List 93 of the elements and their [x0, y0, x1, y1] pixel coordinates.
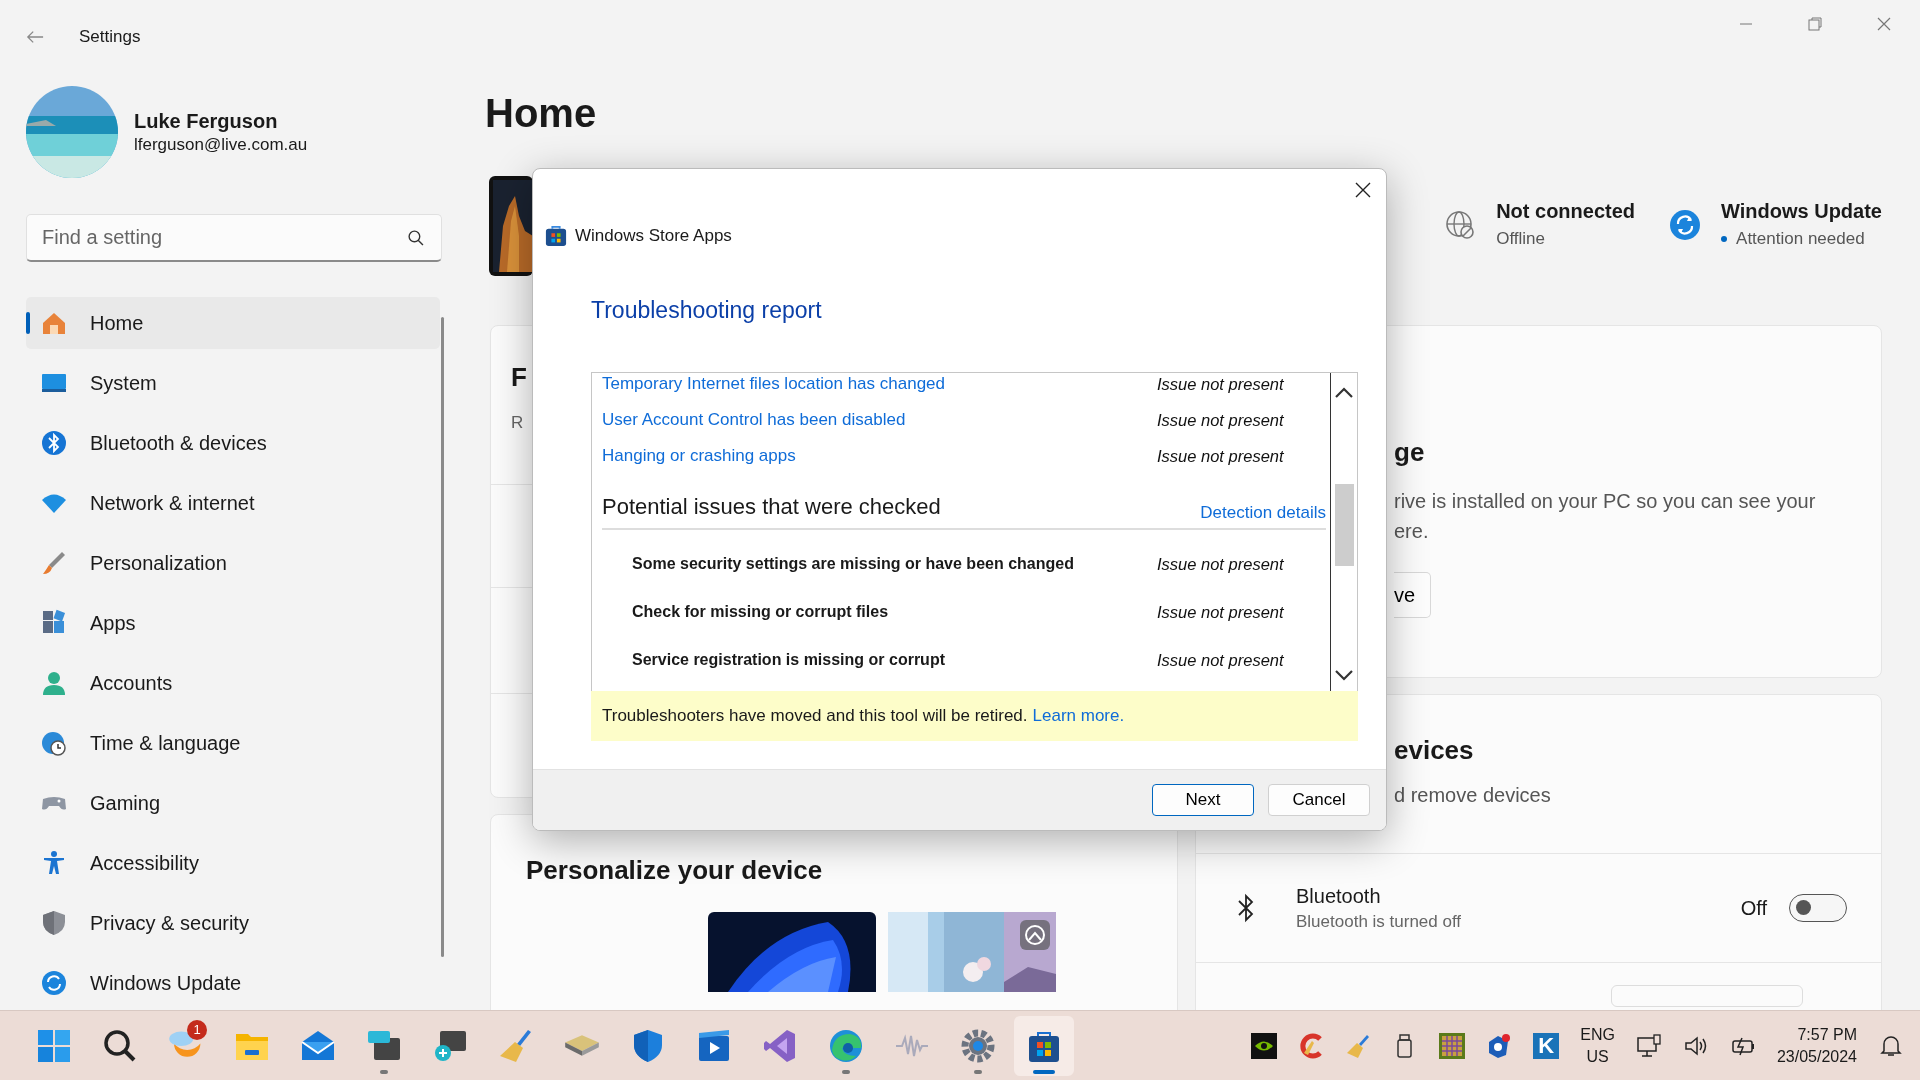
nav-item[interactable]: Home — [26, 297, 440, 349]
card-heading: Personalize your device — [526, 855, 824, 886]
person-icon — [40, 669, 68, 697]
taskbar-app[interactable]: 1 — [156, 1015, 216, 1076]
nav-item[interactable]: Personalization — [26, 537, 440, 589]
issue-status: Issue not present — [1157, 554, 1284, 574]
video-play-icon — [696, 1027, 732, 1064]
user-name: Luke Ferguson — [134, 109, 279, 133]
check-name: Service registration is missing or corrupt — [632, 651, 946, 669]
nav-item[interactable]: Apps — [26, 597, 440, 649]
issue-status: Issue not present — [1157, 650, 1284, 670]
grid-icon[interactable] — [1439, 1032, 1466, 1059]
bluetooth-toggle[interactable] — [1789, 894, 1847, 922]
nav-item[interactable]: Accessibility — [26, 837, 440, 889]
nav-item[interactable]: System — [26, 357, 440, 409]
nav-item[interactable]: Accounts — [26, 657, 440, 709]
user-email: lferguson@live.com.au — [134, 134, 308, 155]
nav-item[interactable]: Time & language — [26, 717, 440, 769]
issue-status: Issue not present — [1157, 602, 1284, 622]
search-icon — [407, 229, 424, 246]
notification-badge: 1 — [187, 1019, 207, 1040]
setting-name: Bluetooth — [1296, 884, 1382, 908]
issue-status: Issue not present — [1157, 410, 1284, 430]
chevron-up-icon[interactable] — [1334, 387, 1354, 399]
notice-text: Troubleshooters have moved and this tool will be retired. — [602, 706, 1028, 726]
card-text: rive is installed on your PC so you can see your — [1394, 489, 1816, 514]
card-button[interactable]: ve — [1394, 572, 1431, 618]
toggle-state: Off — [1740, 896, 1767, 920]
issue-status: Issue not present — [1157, 374, 1284, 394]
issue-link[interactable]: Temporary Internet files location has changed — [602, 374, 1157, 394]
search-icon — [102, 1027, 138, 1064]
issue-link[interactable]: Hanging or crashing apps — [602, 446, 1157, 466]
scroll-thumb[interactable] — [1335, 484, 1354, 566]
issue-link[interactable]: User Account Control has been disabled — [602, 410, 1157, 430]
eye-logo-icon[interactable] — [1251, 1032, 1278, 1059]
brush-icon — [40, 549, 68, 577]
card-text: d remove devices — [1394, 784, 1551, 806]
status-subtitle: Offline — [1496, 229, 1545, 249]
status-title: Windows Update — [1721, 200, 1882, 223]
back-arrow-icon[interactable] — [26, 29, 44, 45]
card-text: ere. — [1394, 519, 1429, 544]
section-title: Potential issues that were checked — [602, 494, 941, 520]
gear-shield-icon[interactable] — [1486, 1032, 1513, 1059]
status-title: Not connected — [1496, 200, 1636, 223]
restore-icon[interactable] — [1807, 16, 1823, 32]
report-heading: Troubleshooting report — [591, 297, 822, 324]
check-name: Check for missing or corrupt files — [632, 603, 890, 621]
nav-item[interactable]: Privacy & security — [26, 897, 440, 949]
c-broom-icon[interactable] — [1298, 1032, 1325, 1059]
globe-clock-icon — [40, 729, 68, 757]
card-heading: ge — [1394, 437, 1425, 468]
dialog-button[interactable]: Cancel — [1268, 784, 1370, 816]
window-title: Settings — [79, 27, 141, 47]
bluetooth-icon — [40, 429, 68, 457]
taskbar-app[interactable] — [1014, 1015, 1074, 1076]
sync-icon — [40, 969, 68, 997]
sync-icon — [1669, 208, 1702, 241]
learn-more-link[interactable]: Learn more. — [1032, 706, 1125, 726]
check-name: Some security settings are missing or have been changed — [632, 555, 1075, 573]
issue-status: Issue not present — [1157, 446, 1284, 466]
broom-icon[interactable] — [1345, 1032, 1372, 1059]
store-icon — [545, 225, 567, 247]
language-indicator[interactable]: ENG US — [1580, 1023, 1615, 1068]
network-icon[interactable] — [1635, 1032, 1662, 1059]
setting-description: Bluetooth is turned off — [1296, 911, 1462, 932]
drive-icon — [564, 1034, 600, 1057]
scrollbar[interactable] — [1330, 373, 1357, 691]
card-heading: F — [511, 362, 527, 393]
card-text: R — [511, 413, 524, 433]
dialog-button[interactable]: Next — [1152, 784, 1254, 816]
swirl-icon — [828, 1027, 864, 1064]
settings-icon — [960, 1027, 996, 1064]
dialog-title: Windows Store Apps — [575, 226, 732, 246]
page-title: Home — [485, 91, 598, 137]
globe-blocked-icon — [1444, 208, 1477, 241]
close-icon[interactable] — [1355, 182, 1371, 198]
ribbon-icon — [762, 1027, 798, 1064]
start-icon — [36, 1027, 72, 1064]
nav-item[interactable]: Bluetooth & devices — [26, 417, 440, 469]
bluetooth-icon — [1236, 893, 1256, 923]
chevron-down-icon[interactable] — [1334, 669, 1354, 681]
k-logo-icon[interactable]: K — [1533, 1032, 1560, 1059]
details-link[interactable]: Detection details — [1200, 503, 1326, 523]
nav-item[interactable]: Network & internet — [26, 477, 440, 529]
search-field[interactable]: Find a setting — [26, 214, 442, 262]
nav-item[interactable]: Gaming — [26, 777, 440, 829]
broom-icon — [498, 1027, 534, 1064]
card-heading: evices — [1394, 735, 1475, 766]
nav-item[interactable]: Windows Update — [26, 957, 440, 1009]
status-subtitle: Attention needed — [1736, 229, 1865, 249]
shield-icon — [40, 909, 68, 937]
camera-shutter-icon[interactable] — [1020, 920, 1050, 950]
clock[interactable]: 7:57 PM 23/05/2024 — [1776, 1023, 1857, 1068]
